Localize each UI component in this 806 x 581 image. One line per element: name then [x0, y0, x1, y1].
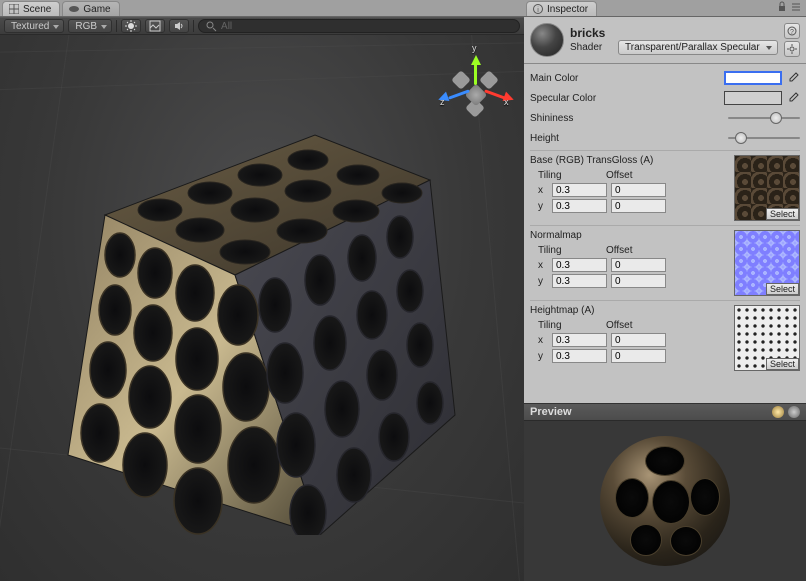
normal-tiling-x[interactable]	[552, 258, 607, 272]
scene-viewport[interactable]: y x z	[0, 35, 524, 581]
base-texture-slot[interactable]: Select	[734, 155, 800, 221]
base-tiling-y[interactable]	[552, 199, 607, 213]
tab-scene-label: Scene	[23, 4, 51, 15]
game-icon	[69, 4, 79, 14]
height-texture-slot[interactable]: Select	[734, 305, 800, 371]
tab-game[interactable]: Game	[62, 1, 119, 16]
shader-dropdown[interactable]: Transparent/Parallax Specular	[618, 40, 778, 55]
height-offset-x[interactable]	[611, 333, 666, 347]
info-icon: i	[533, 4, 543, 14]
svg-text:?: ?	[790, 29, 794, 36]
base-offset-x[interactable]	[611, 183, 666, 197]
tab-inspector[interactable]: i Inspector	[526, 1, 597, 16]
rgb-dropdown[interactable]: RGB	[68, 19, 112, 33]
context-menu-icon[interactable]	[790, 1, 802, 16]
normal-offset-x[interactable]	[611, 258, 666, 272]
material-preview-ball	[530, 23, 564, 57]
scene-toolbar: Textured RGB All	[0, 17, 524, 35]
height-label: Height	[530, 133, 724, 144]
shading-dropdown[interactable]: Textured	[4, 19, 64, 33]
preview-material-ball	[600, 436, 730, 566]
specular-color-swatch[interactable]	[724, 91, 782, 105]
material-name: bricks	[570, 26, 778, 40]
height-tiling-x[interactable]	[552, 333, 607, 347]
component-settings-button[interactable]	[784, 41, 800, 57]
normal-tex-label: Normalmap	[530, 230, 730, 241]
select-button[interactable]: Select	[766, 358, 799, 370]
shininess-label: Shininess	[530, 113, 724, 124]
lighting-toggle[interactable]	[121, 19, 141, 33]
scene-icon	[9, 4, 19, 14]
lock-icon[interactable]	[776, 1, 788, 16]
main-color-swatch[interactable]	[724, 71, 782, 85]
search-icon	[205, 20, 217, 32]
preview-panel[interactable]	[524, 421, 806, 581]
select-button[interactable]: Select	[766, 283, 799, 295]
tab-game-label: Game	[83, 4, 110, 15]
scene-cube	[60, 115, 460, 535]
normal-tiling-y[interactable]	[552, 274, 607, 288]
select-button[interactable]: Select	[766, 208, 799, 220]
eyedropper-icon[interactable]	[786, 91, 800, 105]
specular-color-label: Specular Color	[530, 93, 720, 104]
preview-sphere-button[interactable]	[772, 406, 784, 418]
tab-inspector-label: Inspector	[547, 4, 588, 15]
search-input[interactable]: All	[198, 19, 520, 33]
component-help-button[interactable]: ?	[784, 23, 800, 39]
height-offset-y[interactable]	[611, 349, 666, 363]
skybox-toggle[interactable]	[145, 19, 165, 33]
audio-toggle[interactable]	[169, 19, 189, 33]
base-offset-y[interactable]	[611, 199, 666, 213]
normal-offset-y[interactable]	[611, 274, 666, 288]
shader-label: Shader	[570, 42, 614, 53]
preview-light-button[interactable]	[788, 406, 800, 418]
eyedropper-icon[interactable]	[786, 71, 800, 85]
height-tiling-y[interactable]	[552, 349, 607, 363]
height-slider[interactable]	[728, 131, 800, 145]
base-tiling-x[interactable]	[552, 183, 607, 197]
height-tex-label: Heightmap (A)	[530, 305, 730, 316]
main-color-label: Main Color	[530, 73, 720, 84]
base-tex-label: Base (RGB) TransGloss (A)	[530, 155, 730, 166]
tab-scene[interactable]: Scene	[2, 1, 60, 16]
normal-texture-slot[interactable]: Select	[734, 230, 800, 296]
preview-header[interactable]: Preview	[524, 403, 806, 421]
shininess-slider[interactable]	[728, 111, 800, 125]
